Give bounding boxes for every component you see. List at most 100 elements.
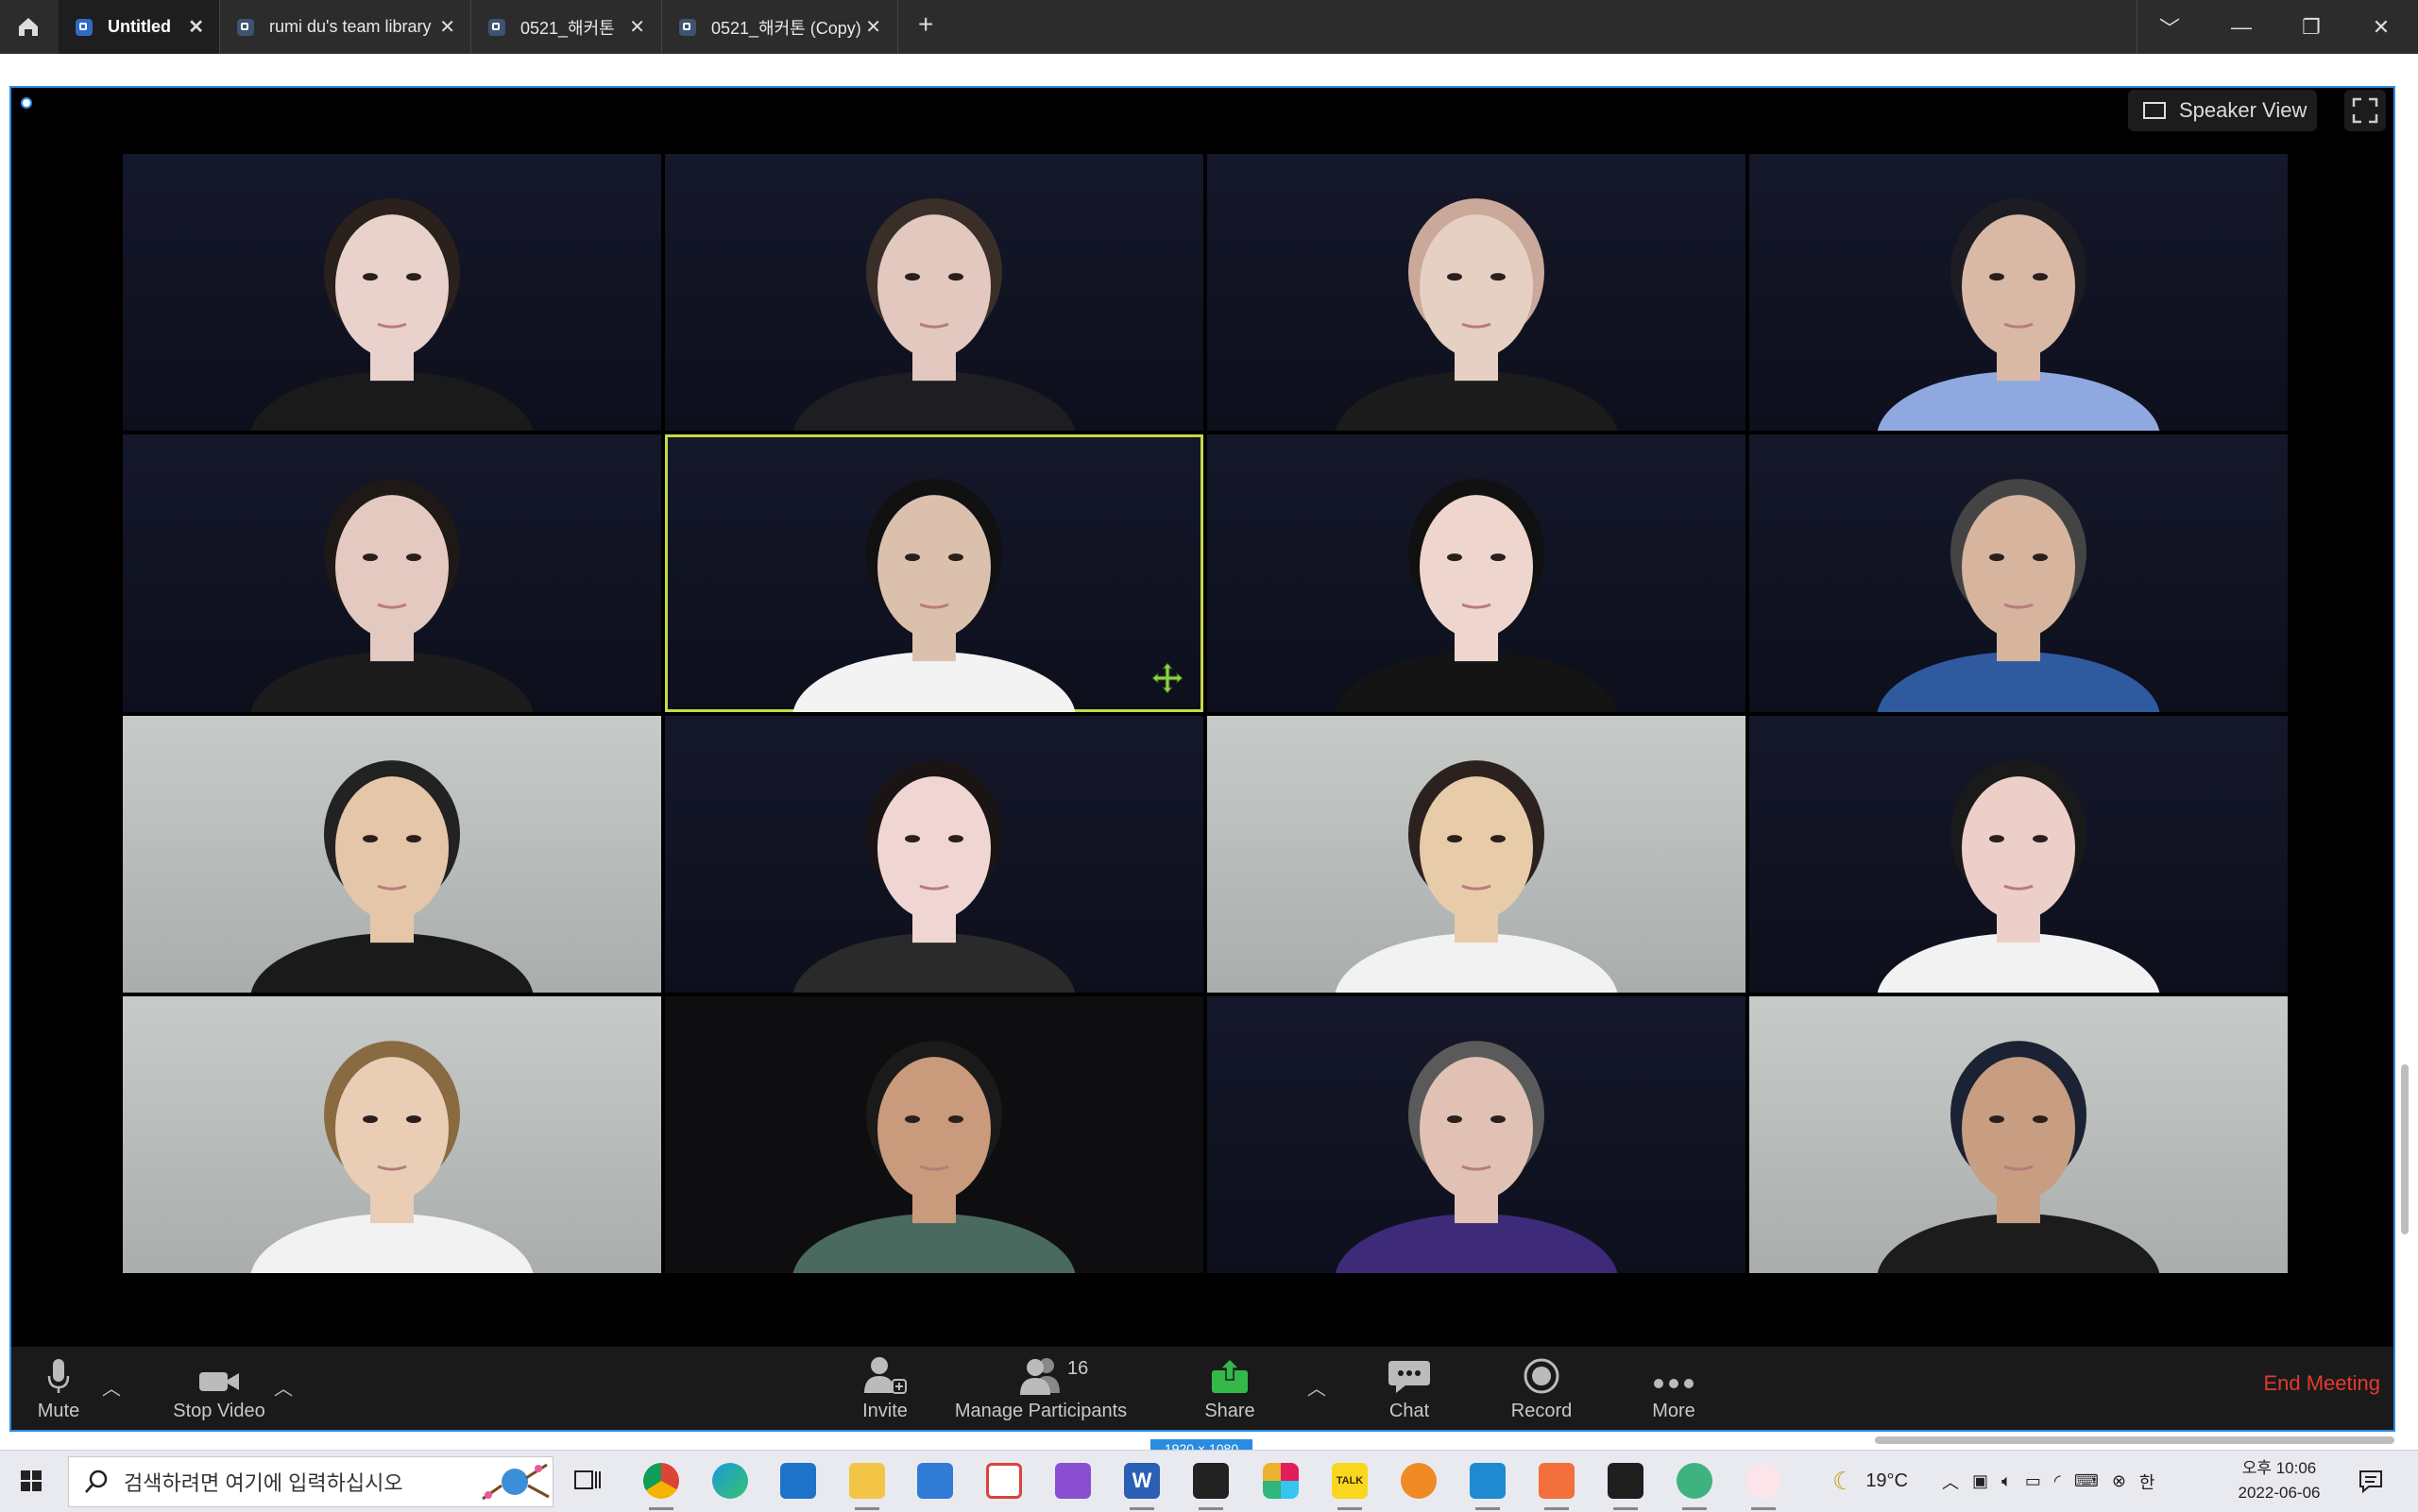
tab-untitled[interactable]: Untitled ✕ — [59, 0, 219, 54]
show-hidden-icons-caret-icon[interactable]: ︿ — [1942, 1470, 1959, 1494]
more-button[interactable]: More — [1636, 1347, 1711, 1430]
invite-button[interactable]: Invite — [843, 1347, 928, 1430]
tab-dropdown-button[interactable]: ﹀ — [2137, 0, 2203, 54]
file-explorer-icon[interactable] — [849, 1463, 885, 1510]
participant-count: 16 — [1067, 1358, 1089, 1379]
participant-video-tile[interactable] — [123, 434, 661, 712]
tab-hackathon[interactable]: 0521_해커톤 ✕ — [471, 0, 660, 54]
keyboard-icon[interactable]: ⌨︎ — [2074, 1471, 2099, 1491]
record-button[interactable]: Record — [1494, 1347, 1589, 1430]
slack-icon[interactable] — [1263, 1463, 1299, 1499]
close-tab-icon[interactable]: ✕ — [439, 15, 455, 39]
mail-icon[interactable] — [917, 1463, 953, 1499]
participant-video-feed — [1335, 759, 1618, 993]
participant-video-tile[interactable] — [1207, 154, 1745, 432]
mute-button[interactable]: Mute — [30, 1347, 87, 1430]
jupyter-icon[interactable] — [1401, 1463, 1437, 1499]
close-tab-icon[interactable]: ✕ — [629, 15, 645, 39]
taskbar-search-box[interactable]: 검색하려면 여기에 입력하십시오 — [68, 1456, 553, 1507]
fullscreen-button[interactable] — [2344, 90, 2386, 131]
wifi-icon[interactable]: ◜ — [2054, 1471, 2061, 1491]
figma-icon[interactable] — [1608, 1463, 1643, 1510]
home-icon[interactable] — [9, 8, 47, 45]
figma-file-icon — [488, 18, 505, 36]
participant-video-tile[interactable] — [123, 154, 661, 432]
new-tab-button[interactable]: + — [918, 9, 933, 40]
store-icon[interactable] — [780, 1463, 816, 1499]
participant-video-tile[interactable] — [1207, 995, 1745, 1273]
word-icon[interactable]: W — [1124, 1463, 1160, 1510]
edge-icon[interactable] — [712, 1463, 748, 1499]
chrome-icon[interactable] — [643, 1463, 679, 1510]
paint-app-icon[interactable] — [1745, 1463, 1781, 1510]
chat-label: Chat — [1388, 1401, 1430, 1421]
participant-video-tile[interactable] — [665, 715, 1203, 993]
notification-center-icon[interactable] — [2358, 1468, 2384, 1494]
participant-video-tile[interactable] — [1749, 434, 2288, 712]
participant-video-tile[interactable] — [665, 434, 1203, 712]
record-icon — [1524, 1358, 1559, 1394]
vertical-scrollbar[interactable] — [2401, 1064, 2409, 1234]
speaker-view-label: Speaker View — [2179, 98, 2307, 122]
participant-video-tile[interactable] — [665, 154, 1203, 432]
participant-video-tile[interactable] — [1749, 995, 2288, 1273]
chat-button[interactable]: Chat — [1371, 1347, 1447, 1430]
participant-video-grid — [123, 154, 2291, 1277]
stop-video-button[interactable]: Stop Video — [153, 1347, 285, 1430]
title-bar: Untitled ✕ rumi du's team library ✕ 0521… — [0, 0, 2418, 54]
participant-video-tile[interactable] — [123, 715, 661, 993]
close-tab-icon[interactable]: ✕ — [188, 15, 204, 39]
participant-video-tile[interactable] — [665, 995, 1203, 1273]
participant-video-tile[interactable] — [1749, 715, 2288, 993]
participant-video-tile[interactable] — [1749, 154, 2288, 432]
participant-video-feed — [792, 198, 1076, 432]
audio-options-caret-icon[interactable]: ︿ — [102, 1373, 121, 1401]
restore-button[interactable]: ❐ — [2278, 0, 2344, 54]
participant-video-feed — [1877, 198, 2160, 432]
minimize-button[interactable]: — — [2208, 0, 2274, 54]
move-cursor-icon — [1151, 661, 1183, 694]
system-tray: ︿ ▣ 🔈︎ ▭ ◜ ⌨︎ ⊗ 한 — [1942, 1451, 2154, 1512]
close-window-button[interactable]: ✕ — [2348, 0, 2414, 54]
participant-video-feed — [1877, 479, 2160, 712]
grid-view-icon — [2143, 102, 2166, 119]
speaker-view-button[interactable]: Speaker View — [2128, 90, 2317, 131]
notes-app-icon[interactable] — [1193, 1463, 1229, 1510]
kakaotalk-icon[interactable]: TALK — [1332, 1463, 1368, 1510]
search-icon — [85, 1470, 108, 1493]
taskbar-clock[interactable]: 오후 10:06 2022-06-06 — [2232, 1456, 2326, 1505]
microphone-icon — [47, 1359, 70, 1393]
video-options-caret-icon[interactable]: ︿ — [274, 1373, 293, 1401]
weather-widget[interactable]: ☾ 19°C — [1832, 1451, 1908, 1512]
share-options-caret-icon[interactable]: ︿ — [1307, 1373, 1326, 1401]
task-view-icon[interactable] — [570, 1463, 605, 1499]
powerpoint-icon[interactable] — [1539, 1463, 1575, 1510]
sync-app-icon[interactable] — [986, 1463, 1022, 1499]
tab-hackathon-copy[interactable]: 0521_해커톤 (Copy) ✕ — [662, 0, 896, 54]
battery-icon[interactable]: ▭ — [2025, 1471, 2041, 1491]
vscode-icon[interactable] — [1470, 1463, 1506, 1510]
ime-off-icon[interactable]: ⊗ — [2112, 1471, 2126, 1491]
windows-start-icon[interactable] — [21, 1470, 42, 1491]
chat-bubble-icon — [1388, 1361, 1430, 1393]
meet-now-icon[interactable]: ▣ — [1972, 1471, 1988, 1491]
visual-studio-icon[interactable] — [1055, 1463, 1091, 1499]
sourcetree-icon[interactable] — [1677, 1463, 1712, 1510]
manage-participants-label: Manage Participants — [954, 1401, 1128, 1421]
participant-video-tile[interactable] — [1207, 434, 1745, 712]
end-meeting-button[interactable]: End Meeting — [2263, 1371, 2380, 1396]
share-screen-button[interactable]: Share — [1192, 1347, 1268, 1430]
stop-video-label: Stop Video — [173, 1401, 265, 1421]
participant-video-tile[interactable] — [1207, 715, 1745, 993]
participant-video-feed — [1877, 759, 2160, 993]
participant-video-tile[interactable] — [123, 995, 661, 1273]
horizontal-scrollbar[interactable] — [1875, 1436, 2394, 1444]
ime-hangul-indicator[interactable]: 한 — [2139, 1470, 2155, 1494]
close-tab-icon[interactable]: ✕ — [865, 15, 881, 39]
tab-team-library[interactable]: rumi du's team library ✕ — [220, 0, 470, 54]
speaker-volume-icon[interactable]: 🔈︎ — [2001, 1471, 2012, 1491]
manage-participants-button[interactable]: Manage Participants — [937, 1347, 1145, 1430]
temperature: 19°C — [1865, 1470, 1908, 1491]
resize-handle[interactable] — [21, 97, 32, 109]
invite-label: Invite — [862, 1401, 908, 1421]
